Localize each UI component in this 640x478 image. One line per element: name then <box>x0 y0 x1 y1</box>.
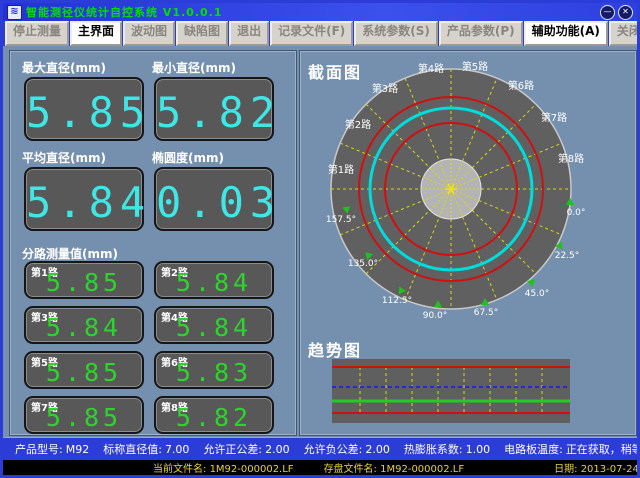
path-label-6: 第6路 <box>508 79 534 92</box>
board-temperature-status: 电路板温度:正在获取，稍等片刻... <box>504 441 640 457</box>
angle-label-0: 0.0° <box>567 208 586 218</box>
nominal-diameter: 标称直径值:7.00 <box>103 441 189 457</box>
thermal-expansion-coefficient: 热膨胀系数:1.00 <box>404 441 490 457</box>
trend-chart-title: 趋势图 <box>308 337 362 361</box>
path-label-1: 第1路 <box>328 163 354 176</box>
menu-product-params[interactable]: 产品参数(P) <box>439 21 523 46</box>
angle-label-112: 112.5° <box>382 296 412 306</box>
save-file-name: 存盘文件名: 1M92-000002.LF <box>324 460 465 475</box>
date-display: 日期: 2013-07-24 <box>554 460 639 475</box>
app-icon: ≋ <box>7 5 22 20</box>
channel-7-display: 第7路5.85 <box>24 396 144 434</box>
menu-exit[interactable]: 退出 <box>229 21 269 46</box>
app-window: ≋ 智能测径仪统计自控系统 V1.0.0.1 — ✕ 停止测量 主界面 波动图 … <box>0 0 640 478</box>
menu-record-file[interactable]: 记录文件(F) <box>270 21 353 46</box>
ovality-label: 椭圆度(mm) <box>152 149 224 166</box>
section-polar-plot: 第1路 第2路 第3路 第4路 第5路 第6路 第7路 第8路 <box>326 60 586 321</box>
charts-panel: 截面图 <box>299 50 637 436</box>
max-diameter-label: 最大直径(mm) <box>22 59 106 76</box>
product-model: 产品型号:M92 <box>15 441 89 457</box>
title-bar: ≋ 智能测径仪统计自控系统 V1.0.0.1 — ✕ <box>3 3 637 21</box>
status-bar: 当前文件名: 1M92-000002.LF 存盘文件名: 1M92-000002… <box>3 460 637 475</box>
product-info-bar: 产品型号:M92 标称直径值:7.00 允许正公差:2.00 允许负公差:2.0… <box>3 437 637 460</box>
max-diameter-display: 5.85 <box>24 77 144 141</box>
path-label-4: 第4路 <box>418 62 444 75</box>
measurement-panel: 最大直径(mm) 最小直径(mm) 5.85 5.82 平均直径(mm) 椭圆度… <box>9 50 297 436</box>
angle-label-67: 67.5° <box>474 308 499 318</box>
menu-aux-functions[interactable]: 辅助功能(A) <box>524 21 608 46</box>
angle-label-22: 22.5° <box>555 251 580 261</box>
menu-close-alarm[interactable]: 关闭报警(M) <box>609 21 640 46</box>
menu-stop-measure[interactable]: 停止测量 <box>5 21 69 46</box>
angle-label-90: 90.0° <box>423 311 448 321</box>
menu-bar: 停止测量 主界面 波动图 缺陷图 退出 记录文件(F) 系统参数(S) 产品参数… <box>3 21 637 46</box>
channel-6-display: 第6路5.83 <box>154 351 274 389</box>
min-diameter-label: 最小直径(mm) <box>152 59 236 76</box>
channel-4-display: 第4路5.84 <box>154 306 274 344</box>
path-label-5: 第5路 <box>462 60 488 73</box>
channel-8-display: 第8路5.82 <box>154 396 274 434</box>
min-diameter-display: 5.82 <box>154 77 274 141</box>
path-label-2: 第2路 <box>345 118 371 131</box>
current-file-name: 当前文件名: 1M92-000002.LF <box>153 460 294 475</box>
lower-tolerance: 允许负公差:2.00 <box>304 441 390 457</box>
menu-system-params[interactable]: 系统参数(S) <box>354 21 438 46</box>
close-icon[interactable]: ✕ <box>618 5 633 20</box>
channel-5-display: 第5路5.85 <box>24 351 144 389</box>
path-label-7: 第7路 <box>541 111 567 124</box>
avg-diameter-display: 5.84 <box>24 167 144 231</box>
channel-1-display: 第1路5.85 <box>24 261 144 299</box>
angle-label-135: 135.0° <box>348 259 378 269</box>
upper-tolerance: 允许正公差:2.00 <box>203 441 289 457</box>
channels-title: 分路测量值(mm) <box>22 245 118 262</box>
angle-label-157: 157.5° <box>326 215 356 225</box>
path-label-8: 第8路 <box>558 152 584 165</box>
window-title: 智能测径仪统计自控系统 V1.0.0.1 <box>26 4 223 20</box>
menu-defect-chart[interactable]: 缺陷图 <box>176 21 228 46</box>
menu-main-screen[interactable]: 主界面 <box>70 21 122 46</box>
avg-diameter-label: 平均直径(mm) <box>22 149 106 166</box>
ovality-display: 0.03 <box>154 167 274 231</box>
section-chart: 第1路 第2路 第3路 第4路 第5路 第6路 第7路 第8路 <box>300 51 636 337</box>
channel-2-display: 第2路5.84 <box>154 261 274 299</box>
path-label-3: 第3路 <box>372 82 398 95</box>
menu-fluctuation-chart[interactable]: 波动图 <box>123 21 175 46</box>
angle-label-45: 45.0° <box>525 289 550 299</box>
minimize-icon[interactable]: — <box>600 5 615 20</box>
trend-chart <box>332 359 570 423</box>
channel-3-display: 第3路5.84 <box>24 306 144 344</box>
